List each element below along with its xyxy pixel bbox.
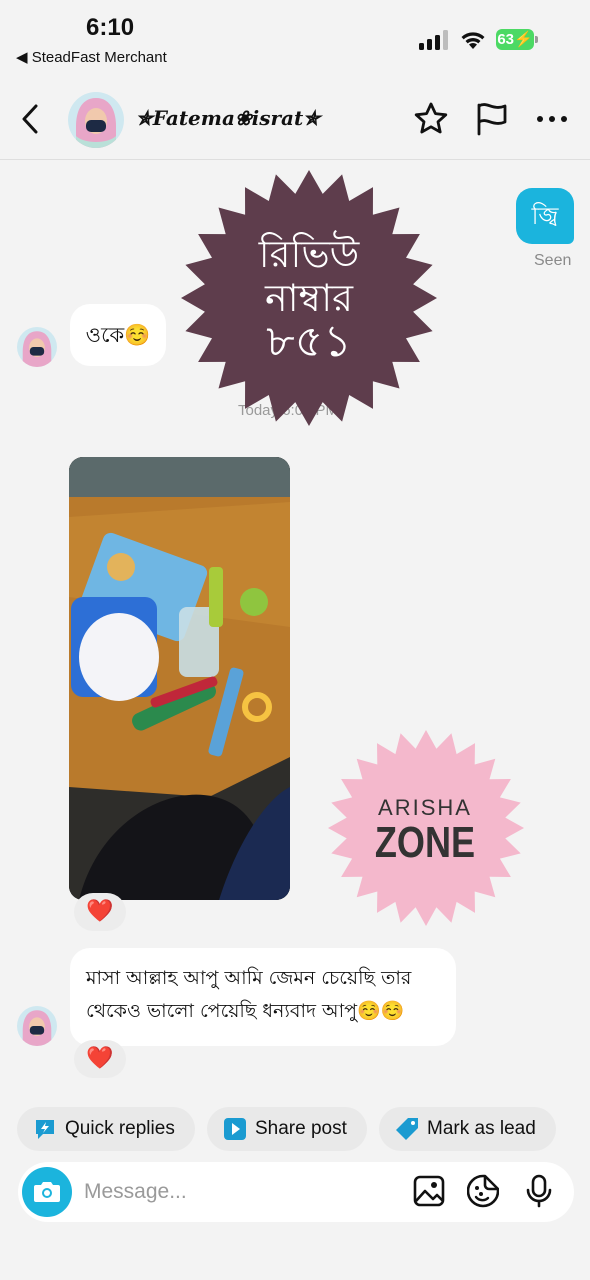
contact-name[interactable]: ✯Fatema❀israt✯ <box>136 106 320 130</box>
incoming-message[interactable]: ওকে☺️ <box>70 304 166 366</box>
lightning-bubble-icon <box>36 1120 54 1139</box>
contact-avatar[interactable] <box>68 92 124 148</box>
back-to-app-link[interactable]: ◀ SteadFast Merchant <box>16 48 167 66</box>
cellular-signal-icon <box>419 30 448 50</box>
status-time: 6:10 <box>86 14 135 41</box>
wifi-icon <box>461 32 485 49</box>
status-bar: 6:10 ◀ SteadFast Merchant 63⚡ <box>0 0 590 80</box>
sticker-icon[interactable] <box>467 1174 499 1208</box>
mark-as-lead-button[interactable]: Mark as lead <box>379 1107 556 1151</box>
review-number: ৮৫১ <box>266 316 352 367</box>
quick-replies-label: Quick replies <box>65 1118 175 1139</box>
camera-button[interactable] <box>22 1167 72 1217</box>
flag-icon[interactable] <box>473 100 511 138</box>
battery-charging-icon: 63⚡ <box>496 29 538 50</box>
microphone-icon[interactable] <box>523 1174 555 1208</box>
review-label-line: নাম্বার <box>264 276 353 320</box>
star-icon[interactable] <box>412 100 450 138</box>
play-square-icon <box>224 1118 246 1140</box>
incoming-message[interactable]: মাসা আল্লাহ আপু আমি জেমন চেয়েছি তার থেক… <box>70 948 456 1046</box>
review-label-line: রিভিউ <box>258 232 360 276</box>
brand-bottom-text: ZONE <box>374 818 476 867</box>
sender-avatar[interactable] <box>17 1006 57 1046</box>
share-post-label: Share post <box>255 1118 347 1139</box>
mark-as-lead-label: Mark as lead <box>427 1118 536 1139</box>
image-icon[interactable] <box>413 1174 445 1208</box>
battery-level: 63 <box>497 31 514 48</box>
message-reaction[interactable]: ❤️ <box>74 1040 126 1078</box>
more-icon[interactable] <box>533 100 571 138</box>
sender-avatar[interactable] <box>17 327 57 367</box>
message-input[interactable] <box>84 1174 384 1210</box>
seen-status: Seen <box>534 252 572 269</box>
conversation-header: ✯Fatema❀israt✯ <box>0 80 590 160</box>
tag-icon <box>396 1118 418 1140</box>
review-label: রিভিউ নাম্বার ৮৫১ <box>183 232 435 364</box>
camera-icon <box>34 1182 60 1202</box>
quick-replies-button[interactable]: Quick replies <box>17 1107 195 1151</box>
back-chevron-icon[interactable] <box>18 102 44 136</box>
share-post-button[interactable]: Share post <box>207 1107 367 1151</box>
photo-message[interactable] <box>69 457 290 900</box>
photo-reaction[interactable]: ❤️ <box>74 893 126 931</box>
outgoing-message[interactable]: জ্বি <box>516 188 574 244</box>
